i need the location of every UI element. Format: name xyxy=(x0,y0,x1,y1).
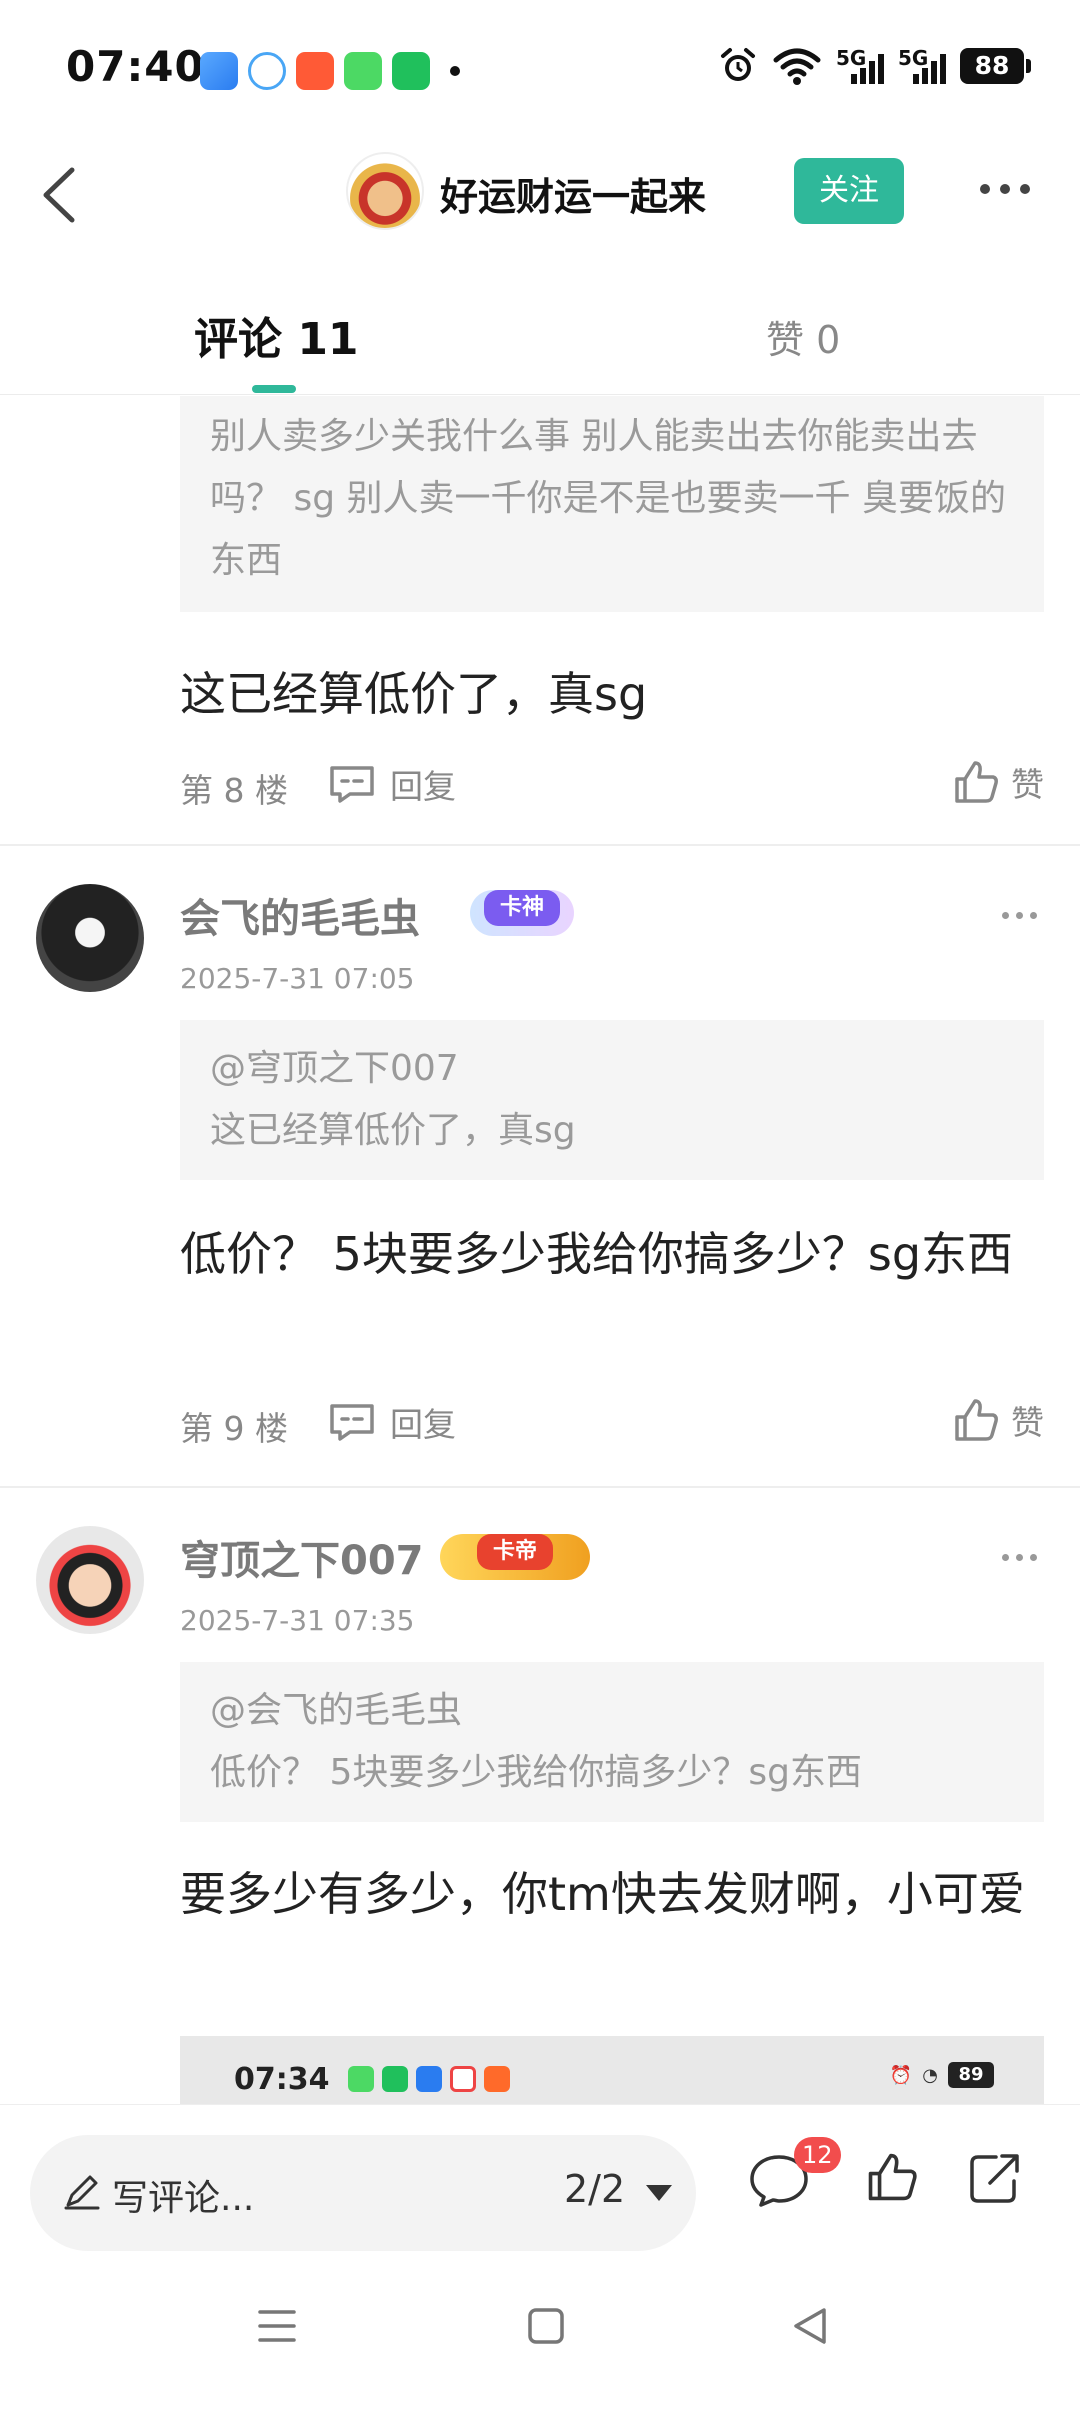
alarm-icon: ⏰ xyxy=(889,2064,913,2086)
quoted-user[interactable]: @会飞的毛毛虫 xyxy=(210,1680,1014,1742)
badge-label: 卡帝 xyxy=(476,1534,553,1570)
reply-label: 回复 xyxy=(390,767,456,806)
alarm-icon xyxy=(721,48,755,81)
attached-screenshot[interactable]: 07:34 ⏰ ◔ 89 xyxy=(180,2036,1044,2104)
tab-comments[interactable]: 评论 11 xyxy=(194,303,359,367)
floor-number: 第 8 楼 xyxy=(180,771,288,810)
reply-label: 回复 xyxy=(390,1405,456,1444)
more-dots-icon[interactable] xyxy=(1002,1554,1037,1561)
battery-icon: 89 xyxy=(948,2062,994,2088)
quoted-text: 别人卖多少关我什么事 别人能卖出去你能卖出去吗？ sg 别人卖一千你是不是也要卖… xyxy=(210,416,1006,581)
more-dots-icon[interactable] xyxy=(1002,912,1037,919)
wifi-icon: ◔ xyxy=(922,2064,938,2086)
thumbs-up-icon xyxy=(955,1399,998,1441)
comment-body: 这已经算低价了，真sg xyxy=(180,667,648,721)
write-comment-placeholder: 写评论... xyxy=(112,2178,255,2219)
message-icon xyxy=(344,52,382,90)
like-icon[interactable] xyxy=(866,2151,918,2203)
comment-count-badge: 12 xyxy=(794,2137,841,2173)
divider xyxy=(0,844,1080,846)
chevron-left-icon[interactable] xyxy=(30,162,90,228)
level-badge: 卡神 xyxy=(470,890,574,936)
status-app-icons xyxy=(200,52,460,90)
more-dots-icon[interactable] xyxy=(980,184,1030,194)
embedded-app-icons xyxy=(348,2066,510,2092)
pencil-icon xyxy=(64,2175,100,2210)
floor-number: 第 9 楼 xyxy=(180,1409,288,1448)
weather-icon xyxy=(200,52,238,90)
tab-bar: 评论 11 赞 0 xyxy=(0,285,1080,395)
status-time: 07:40 xyxy=(66,42,205,91)
like-label: 赞 xyxy=(1011,1403,1044,1442)
avatar[interactable] xyxy=(36,884,144,992)
more-notifications-dot xyxy=(450,66,460,76)
menu-icon[interactable] xyxy=(256,2306,298,2346)
comment-meta: 第 8 楼 回复 赞 xyxy=(180,754,1044,814)
write-comment-box[interactable]: 写评论... 2/2 xyxy=(30,2135,696,2251)
quoted-comment: @会飞的毛毛虫 低价？ 5块要多少我给你搞多少？sg东西 xyxy=(180,1662,1044,1822)
comment-body: 低价？ 5块要多少我给你搞多少？sg东西 xyxy=(180,1227,1014,1281)
quoted-text: 这已经算低价了，真sg xyxy=(210,1110,576,1151)
reply-icon xyxy=(330,1404,374,1441)
signal-icon: 5G xyxy=(836,46,884,86)
status-right: 5G 5G 88 xyxy=(718,46,1031,86)
share-icon[interactable] xyxy=(966,2151,1022,2205)
embedded-time: 07:34 xyxy=(234,2062,330,2097)
like-button[interactable]: 赞 xyxy=(953,754,1044,810)
reply-button[interactable]: 回复 xyxy=(328,1396,456,1448)
divider xyxy=(0,1486,1080,1488)
owner-name[interactable]: 好运财运一起来 xyxy=(440,166,706,221)
comment-body: 要多少有多少，你tm快去发财啊，小可爱 xyxy=(180,1867,1025,1921)
like-button[interactable]: 赞 xyxy=(953,1392,1044,1448)
video-app-icon xyxy=(296,52,334,90)
browser-icon xyxy=(248,52,286,90)
thumbs-up-icon xyxy=(955,761,998,803)
quoted-comment: 别人卖多少关我什么事 别人能卖出去你能卖出去吗？ sg 别人卖一千你是不是也要卖… xyxy=(180,396,1044,612)
status-bar: 07:40 5G 5G 88 xyxy=(0,0,1080,140)
embedded-status: ⏰ ◔ 89 xyxy=(890,2062,994,2088)
badge-label: 卡神 xyxy=(483,890,560,926)
post-time: 2025-7-31 07:05 xyxy=(180,962,415,995)
comment-list[interactable]: 别人卖多少关我什么事 别人能卖出去你能卖出去吗？ sg 别人卖一千你是不是也要卖… xyxy=(0,396,1080,2104)
tab-indicator xyxy=(252,385,296,393)
chevron-down-icon[interactable] xyxy=(646,2185,672,2201)
post-time: 2025-7-31 07:35 xyxy=(180,1604,415,1637)
owner-avatar[interactable] xyxy=(346,152,424,230)
iqiyi-icon xyxy=(392,52,430,90)
system-nav-bar xyxy=(0,2254,1080,2412)
bottom-bar: 写评论... 2/2 12 xyxy=(0,2104,1080,2254)
quoted-user[interactable]: @穹顶之下007 xyxy=(210,1038,1014,1100)
battery-icon: 88 xyxy=(960,48,1031,84)
user-name[interactable]: 穹顶之下007 xyxy=(180,1528,424,1586)
signal-icon-2: 5G xyxy=(898,46,946,86)
top-bar: 好运财运一起来 关注 xyxy=(0,140,1080,250)
user-name[interactable]: 会飞的毛毛虫 xyxy=(180,886,420,944)
wifi-icon xyxy=(773,48,821,85)
quoted-text: 低价？ 5块要多少我给你搞多少？sg东西 xyxy=(210,1752,862,1793)
avatar[interactable] xyxy=(36,1526,144,1634)
follow-button[interactable]: 关注 xyxy=(794,158,904,224)
back-triangle-icon[interactable] xyxy=(790,2306,830,2346)
reply-icon xyxy=(330,766,374,803)
tab-likes[interactable]: 赞 0 xyxy=(766,309,840,364)
like-label: 赞 xyxy=(1011,765,1044,804)
comment-meta: 第 9 楼 回复 赞 xyxy=(180,1392,1044,1452)
page-indicator[interactable]: 2/2 xyxy=(564,2167,625,2211)
level-badge: 卡帝 xyxy=(440,1534,590,1580)
home-icon[interactable] xyxy=(526,2306,566,2346)
quoted-comment: @穹顶之下007 这已经算低价了，真sg xyxy=(180,1020,1044,1180)
reply-button[interactable]: 回复 xyxy=(328,758,456,810)
